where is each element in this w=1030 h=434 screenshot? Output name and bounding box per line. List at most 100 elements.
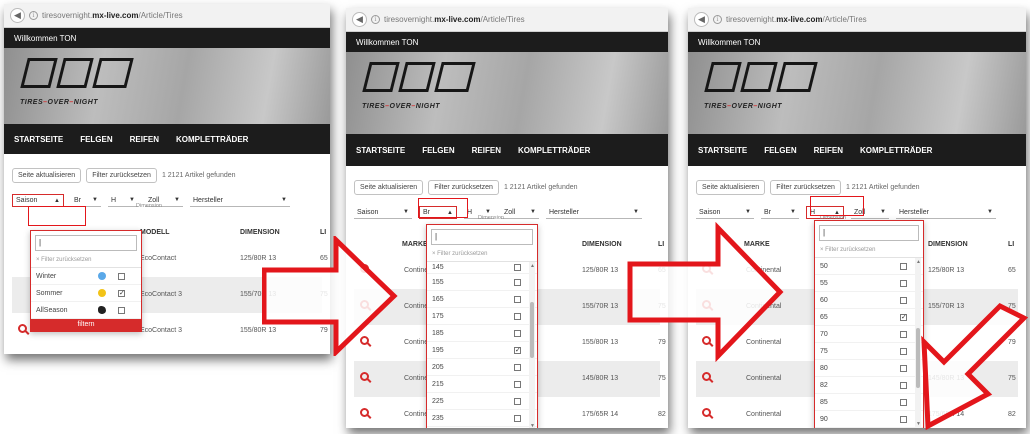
welcome-bar: Willkommen TON <box>688 32 1026 52</box>
right-arrow-icon <box>262 236 398 356</box>
col-dimension[interactable]: DIMENSION <box>582 241 622 248</box>
browser-url-bar[interactable]: ◀ i tiresovernight. mx-live.com/Article/T… <box>346 8 668 32</box>
nav-startseite[interactable]: STARTSEITE <box>698 146 747 155</box>
checkbox[interactable] <box>118 272 125 280</box>
screenshot-panel-width: ◀ i tiresovernight. mx-live.com/Article/T… <box>346 8 668 428</box>
width-select[interactable]: Br ▼ <box>71 195 101 207</box>
width-option[interactable]: 165 <box>427 291 537 308</box>
height-option[interactable]: 85 <box>815 394 923 411</box>
brand-select[interactable]: Hersteller ▼ <box>546 207 642 219</box>
width-select[interactable]: Br ▼ <box>761 207 799 219</box>
height-option[interactable]: 65 ✓ <box>815 309 923 326</box>
magnifier-icon[interactable] <box>702 408 711 417</box>
height-select[interactable]: H ▼ <box>108 195 138 207</box>
width-option[interactable]: 155 <box>427 274 537 291</box>
width-option[interactable]: 225 <box>427 393 537 410</box>
width-dropdown: | × Filter zurücksetzen 145 155 165 175 … <box>426 224 538 428</box>
dropdown-reset-filter[interactable]: × Filter zurücksetzen <box>31 255 141 268</box>
height-option[interactable]: 70 <box>815 326 923 343</box>
url-domain: mx-live.com <box>92 11 139 20</box>
welcome-text: Willkommen TON <box>14 33 77 43</box>
ton-logo[interactable]: TIRES–OVER–NIGHT <box>704 58 820 110</box>
dropdown-reset-filter[interactable]: × Filter zurücksetzen <box>427 249 537 262</box>
brand-select[interactable]: Hersteller ▼ <box>896 207 996 219</box>
width-option[interactable]: 175 <box>427 308 537 325</box>
back-arrow-icon[interactable]: ◀ <box>694 12 709 27</box>
nav-reifen[interactable]: REIFEN <box>130 135 159 144</box>
nav-reifen[interactable]: REIFEN <box>472 146 501 155</box>
nav-startseite[interactable]: STARTSEITE <box>356 146 405 155</box>
col-model[interactable]: MODELL <box>140 229 170 236</box>
height-option[interactable]: 75 <box>815 343 923 360</box>
col-brand[interactable]: MARKE <box>402 241 428 248</box>
checkbox[interactable]: ✓ <box>118 289 125 297</box>
dropdown-scrollbar[interactable] <box>529 262 535 428</box>
chevron-up-icon: ▲ <box>54 197 60 204</box>
col-dimension[interactable]: DIMENSION <box>240 229 280 236</box>
info-icon: i <box>371 15 380 24</box>
hero-banner: TIRES–OVER–NIGHT <box>4 48 330 124</box>
season-dropdown: | × Filter zurücksetzen Winter Sommer ✓ A… <box>30 230 142 332</box>
magnifier-icon[interactable] <box>360 372 369 381</box>
reset-filter-button[interactable]: Filter zurücksetzen <box>86 168 157 183</box>
url-path: /Article/Tires <box>138 11 183 20</box>
magnifier-icon[interactable] <box>18 324 27 333</box>
nav-komplettraeder[interactable]: KOMPLETTRÄDER <box>518 146 590 155</box>
refresh-page-button[interactable]: Seite aktualisieren <box>696 180 766 195</box>
height-option[interactable]: 60 <box>815 292 923 309</box>
reset-filter-button[interactable]: Filter zurücksetzen <box>770 180 841 195</box>
ton-logo[interactable]: TIRES–OVER–NIGHT <box>20 54 136 106</box>
width-option[interactable]: 185 <box>427 325 537 342</box>
hero-banner: TIRES–OVER–NIGHT <box>688 52 1026 134</box>
nav-reifen[interactable]: REIFEN <box>814 146 843 155</box>
width-option[interactable]: 195 ✓ <box>427 342 537 359</box>
nav-startseite[interactable]: STARTSEITE <box>14 135 63 144</box>
height-option[interactable]: 82 <box>815 377 923 394</box>
refresh-page-button[interactable]: Seite aktualisieren <box>354 180 424 195</box>
height-option[interactable]: 80 <box>815 360 923 377</box>
right-arrow-icon <box>627 222 784 362</box>
col-li[interactable]: LI <box>320 229 326 236</box>
magnifier-icon[interactable] <box>360 408 369 417</box>
season-select[interactable]: Saison ▼ <box>696 207 754 219</box>
height-option[interactable]: 90 <box>815 411 923 428</box>
ton-logo[interactable]: TIRES–OVER–NIGHT <box>362 58 478 110</box>
scroll-up-icon[interactable]: ▲ <box>916 259 921 265</box>
brand-select[interactable]: Hersteller ▼ <box>190 195 290 207</box>
magnifier-icon[interactable] <box>702 372 711 381</box>
nav-felgen[interactable]: FELGEN <box>80 135 112 144</box>
dropdown-search-input[interactable]: | <box>35 235 137 251</box>
dropdown-search-input[interactable]: | <box>819 225 919 241</box>
ton-logo-mark <box>362 58 478 98</box>
articles-found-count: 1 2121 Artikel gefunden <box>161 172 236 179</box>
width-option[interactable]: 235 <box>427 410 537 427</box>
nav-felgen[interactable]: FELGEN <box>764 146 796 155</box>
browser-url-bar[interactable]: ◀ i tiresovernight. mx-live.com/Article/T… <box>688 8 1026 32</box>
width-option[interactable]: 145 <box>427 262 537 274</box>
season-option-winter[interactable]: Winter <box>31 268 141 285</box>
nav-komplettraeder[interactable]: KOMPLETTRÄDER <box>860 146 932 155</box>
filter-apply-button[interactable]: filtern <box>31 319 141 331</box>
refresh-page-button[interactable]: Seite aktualisieren <box>12 168 82 183</box>
checkbox[interactable] <box>118 306 125 314</box>
height-option[interactable]: 50 <box>815 258 923 275</box>
nav-felgen[interactable]: FELGEN <box>422 146 454 155</box>
browser-url-bar[interactable]: ◀ i tiresovernight. mx-live.com/Article/T… <box>4 4 330 28</box>
season-option-allseason[interactable]: AllSeason <box>31 302 141 319</box>
dropdown-reset-filter[interactable]: × Filter zurücksetzen <box>815 245 923 258</box>
width-option[interactable]: 205 <box>427 359 537 376</box>
scroll-up-icon[interactable]: ▲ <box>530 263 535 269</box>
scroll-down-icon[interactable]: ▼ <box>530 423 535 428</box>
col-dimension[interactable]: DIMENSION <box>928 241 968 248</box>
width-option[interactable]: 215 <box>427 376 537 393</box>
dropdown-search-input[interactable]: | <box>431 229 533 245</box>
back-arrow-icon[interactable]: ◀ <box>352 12 367 27</box>
nav-komplettraeder[interactable]: KOMPLETTRÄDER <box>176 135 248 144</box>
back-arrow-icon[interactable]: ◀ <box>10 8 25 23</box>
height-option[interactable]: 55 <box>815 275 923 292</box>
col-li[interactable]: LI <box>1008 241 1014 248</box>
season-option-sommer[interactable]: Sommer ✓ <box>31 285 141 302</box>
season-select[interactable]: Saison ▼ <box>354 207 412 219</box>
rim-select[interactable]: Zoll ▼ <box>501 207 539 219</box>
reset-filter-button[interactable]: Filter zurücksetzen <box>428 180 499 195</box>
